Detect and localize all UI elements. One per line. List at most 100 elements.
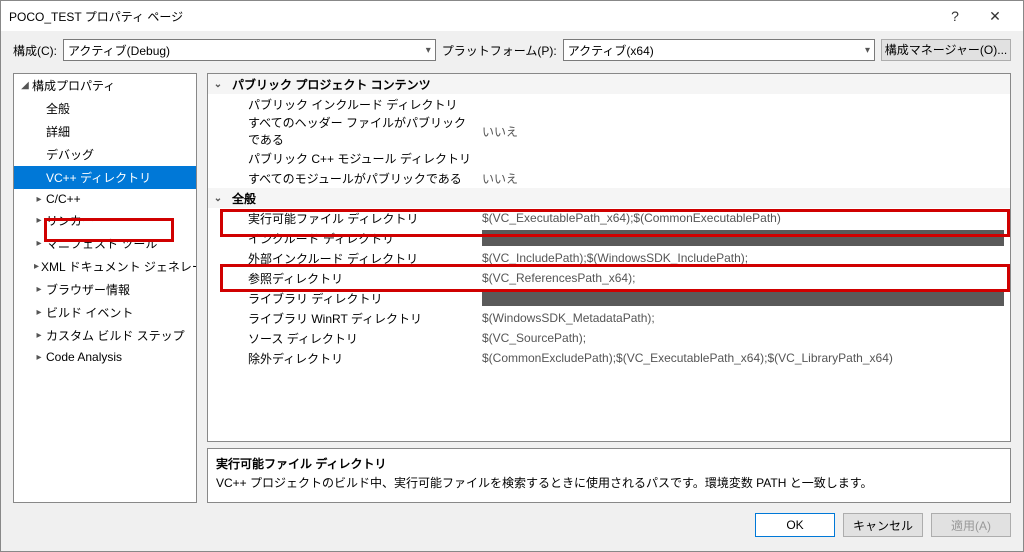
property-page-window: POCO_TEST プロパティ ページ ? ✕ 構成(C): アクティブ(Deb… (0, 0, 1024, 552)
grid-row[interactable]: パブリック インクルード ディレクトリ (208, 94, 1010, 114)
grid-label: 外部インクルード ディレクトリ (228, 250, 478, 267)
config-value: アクティブ(Debug) (68, 42, 170, 59)
grid-row-winrt-dirs[interactable]: ライブラリ WinRT ディレクトリ$(WindowsSDK_MetadataP… (208, 308, 1010, 328)
grid-row[interactable]: すべてのモジュールがパブリックであるいいえ (208, 168, 1010, 188)
tree-item-advanced[interactable]: 詳細 (14, 120, 197, 143)
tree-item-general[interactable]: 全般 (14, 97, 197, 120)
right-pane: ⌄ パブリック プロジェクト コンテンツ パブリック インクルード ディレクトリ… (207, 73, 1011, 503)
grid-row-exclude-dirs[interactable]: 除外ディレクトリ$(CommonExcludePath);$(VC_Execut… (208, 348, 1010, 368)
expand-icon: ▸ (34, 307, 44, 318)
platform-label: プラットフォーム(P): (442, 42, 557, 59)
group-label: 全般 (228, 190, 478, 207)
window-title: POCO_TEST プロパティ ページ (9, 8, 935, 25)
tree-item-custom-build[interactable]: ▸カスタム ビルド ステップ (14, 324, 197, 347)
config-row: 構成(C): アクティブ(Debug) プラットフォーム(P): アクティブ(x… (1, 31, 1023, 63)
tree-root-label: 構成プロパティ (32, 77, 115, 94)
grid-row[interactable]: すべてのヘッダー ファイルがパブリックであるいいえ (208, 114, 1010, 148)
tree-item-ccpp[interactable]: ▸C/C++ (14, 189, 197, 209)
grid-label: パブリック C++ モジュール ディレクトリ (228, 150, 478, 167)
tree-item-label: カスタム ビルド ステップ (46, 327, 185, 344)
titlebar: POCO_TEST プロパティ ページ ? ✕ (1, 1, 1023, 31)
property-grid[interactable]: ⌄ パブリック プロジェクト コンテンツ パブリック インクルード ディレクトリ… (207, 73, 1011, 442)
grid-value[interactable]: $(VC_ExecutablePath_x64);$(CommonExecuta… (478, 211, 1010, 225)
description-text: VC++ プロジェクトのビルド中、実行可能ファイルを検索するときに使用されるパス… (216, 474, 1002, 491)
grid-value[interactable] (478, 290, 1010, 306)
grid-label: ソース ディレクトリ (228, 330, 478, 347)
grid-row-source-dirs[interactable]: ソース ディレクトリ$(VC_SourcePath); (208, 328, 1010, 348)
platform-combo[interactable]: アクティブ(x64) (563, 39, 875, 61)
tree-item-label: マニフェスト ツール (46, 235, 157, 252)
grid-group-general[interactable]: ⌄ 全般 (208, 188, 1010, 208)
tree-item-label: 全般 (46, 100, 70, 117)
tree-item-label: リンカー (46, 212, 94, 229)
grid-value[interactable] (478, 230, 1010, 246)
grid-value[interactable]: $(WindowsSDK_MetadataPath); (478, 311, 1010, 325)
grid-row-exec-dirs[interactable]: 実行可能ファイル ディレクトリ$(VC_ExecutablePath_x64);… (208, 208, 1010, 228)
tree-item-linker[interactable]: ▸リンカー (14, 209, 197, 232)
tree-item-label: デバッグ (46, 146, 94, 163)
group-label: パブリック プロジェクト コンテンツ (228, 76, 478, 93)
tree-item-xmldoc[interactable]: ▸XML ドキュメント ジェネレーター (14, 255, 197, 278)
close-button[interactable]: ✕ (975, 1, 1015, 31)
tree-item-label: 詳細 (46, 123, 70, 140)
expand-icon: ▸ (34, 284, 44, 295)
tree-item-label: VC++ ディレクトリ (46, 169, 151, 186)
collapse-icon: ◢ (20, 80, 30, 91)
button-row: OK キャンセル 適用(A) (1, 509, 1023, 551)
tree-pane[interactable]: ◢ 構成プロパティ 全般 詳細 デバッグ VC++ ディレクトリ ▸C/C++ … (13, 73, 197, 503)
expand-icon: ▸ (34, 352, 44, 363)
description-title: 実行可能ファイル ディレクトリ (216, 455, 1002, 472)
grid-row-include-dirs[interactable]: インクルード ディレクトリ (208, 228, 1010, 248)
expand-icon: ▸ (34, 238, 44, 249)
collapse-icon: ⌄ (208, 193, 228, 204)
body-area: ◢ 構成プロパティ 全般 詳細 デバッグ VC++ ディレクトリ ▸C/C++ … (1, 63, 1023, 509)
expand-icon: ▸ (34, 330, 44, 341)
cancel-button[interactable]: キャンセル (843, 513, 923, 537)
collapse-icon: ⌄ (208, 79, 228, 90)
tree-item-code-analysis[interactable]: ▸Code Analysis (14, 347, 197, 367)
grid-value[interactable]: $(VC_IncludePath);$(WindowsSDK_IncludePa… (478, 251, 1010, 265)
grid-label: 実行可能ファイル ディレクトリ (228, 210, 478, 227)
ok-button[interactable]: OK (755, 513, 835, 537)
description-pane: 実行可能ファイル ディレクトリ VC++ プロジェクトのビルド中、実行可能ファイ… (207, 448, 1011, 503)
config-label: 構成(C): (13, 42, 57, 59)
redacted-value (482, 290, 1004, 306)
grid-label: すべてのモジュールがパブリックである (228, 170, 478, 187)
grid-row-ref-dirs[interactable]: 参照ディレクトリ$(VC_ReferencesPath_x64); (208, 268, 1010, 288)
grid-value[interactable]: いいえ (478, 170, 1010, 187)
grid-value[interactable]: いいえ (478, 123, 1010, 140)
tree-item-label: C/C++ (46, 192, 81, 206)
tree-item-build-events[interactable]: ▸ビルド イベント (14, 301, 197, 324)
tree-item-label: XML ドキュメント ジェネレーター (41, 258, 197, 275)
grid-label: インクルード ディレクトリ (228, 230, 478, 247)
tree-item-label: ビルド イベント (46, 304, 133, 321)
grid-value[interactable]: $(VC_SourcePath); (478, 331, 1010, 345)
expand-icon: ▸ (34, 194, 44, 205)
grid-label: ライブラリ WinRT ディレクトリ (228, 310, 478, 327)
tree-item-manifest[interactable]: ▸マニフェスト ツール (14, 232, 197, 255)
grid-label: 参照ディレクトリ (228, 270, 478, 287)
config-combo[interactable]: アクティブ(Debug) (63, 39, 436, 61)
apply-button[interactable]: 適用(A) (931, 513, 1011, 537)
grid-value[interactable]: $(CommonExcludePath);$(VC_ExecutablePath… (478, 351, 1010, 365)
tree-item-debug[interactable]: デバッグ (14, 143, 197, 166)
grid-row-ext-include-dirs[interactable]: 外部インクルード ディレクトリ$(VC_IncludePath);$(Windo… (208, 248, 1010, 268)
tree-item-label: ブラウザー情報 (46, 281, 130, 298)
tree-root[interactable]: ◢ 構成プロパティ (14, 74, 197, 97)
tree-item-label: Code Analysis (46, 350, 122, 364)
grid-value[interactable]: $(VC_ReferencesPath_x64); (478, 271, 1010, 285)
grid-row-library-dirs[interactable]: ライブラリ ディレクトリ (208, 288, 1010, 308)
tree-item-vcpp-dirs[interactable]: VC++ ディレクトリ (14, 166, 197, 189)
help-button[interactable]: ? (935, 1, 975, 31)
redacted-value (482, 230, 1004, 246)
grid-label: ライブラリ ディレクトリ (228, 290, 478, 307)
grid-row[interactable]: パブリック C++ モジュール ディレクトリ (208, 148, 1010, 168)
expand-icon: ▸ (34, 261, 39, 272)
grid-label: 除外ディレクトリ (228, 350, 478, 367)
tree-item-browser[interactable]: ▸ブラウザー情報 (14, 278, 197, 301)
config-manager-button[interactable]: 構成マネージャー(O)... (881, 39, 1011, 61)
grid-label: パブリック インクルード ディレクトリ (228, 96, 478, 113)
platform-value: アクティブ(x64) (568, 42, 654, 59)
grid-group-public[interactable]: ⌄ パブリック プロジェクト コンテンツ (208, 74, 1010, 94)
expand-icon: ▸ (34, 215, 44, 226)
